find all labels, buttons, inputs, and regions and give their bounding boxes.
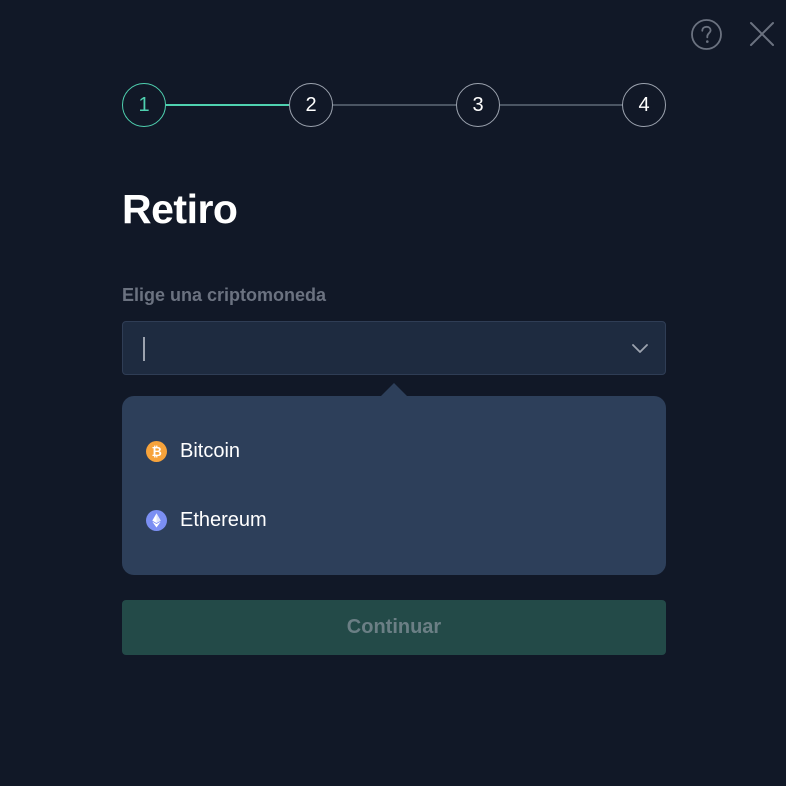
step-2: 2 [289, 83, 333, 127]
page-title: Retiro [122, 186, 238, 232]
step-1: 1 [122, 83, 166, 127]
ethereum-icon [146, 509, 167, 531]
dropdown-option-ethereum[interactable]: Ethereum [122, 494, 666, 546]
dropdown-option-label: Bitcoin [180, 439, 241, 462]
stepper: 1 2 3 4 [122, 83, 666, 127]
crypto-select-input[interactable] [122, 321, 666, 375]
step-3: 3 [456, 83, 500, 127]
step-connector-3 [500, 104, 623, 106]
question-circle-icon[interactable] [690, 18, 723, 51]
dropdown-pointer [380, 383, 408, 397]
crypto-field-label: Elige una criptomoneda [122, 285, 327, 305]
continue-button[interactable]: Continuar [122, 600, 666, 655]
dropdown-option-label: Ethereum [180, 508, 267, 531]
step-connector-1 [166, 104, 289, 106]
step-connector-2 [333, 104, 456, 106]
dropdown-option-bitcoin[interactable]: ₿ Bitcoin [122, 425, 666, 477]
bitcoin-icon: ₿ [146, 440, 167, 462]
step-2-label: 2 [305, 93, 317, 116]
svg-text:₿: ₿ [152, 444, 162, 459]
chevron-down-icon[interactable] [631, 341, 649, 355]
step-4-label: 4 [638, 93, 650, 116]
step-3-label: 3 [472, 93, 484, 116]
step-4: 4 [622, 83, 666, 127]
step-1-label: 1 [138, 93, 150, 116]
crypto-dropdown-menu: ₿ Bitcoin Ethereum [122, 396, 666, 575]
text-caret [143, 337, 145, 361]
close-icon[interactable] [749, 21, 775, 47]
withdrawal-modal: 1 2 3 4 Retiro Elige una criptomoneda ₿ … [0, 0, 786, 786]
